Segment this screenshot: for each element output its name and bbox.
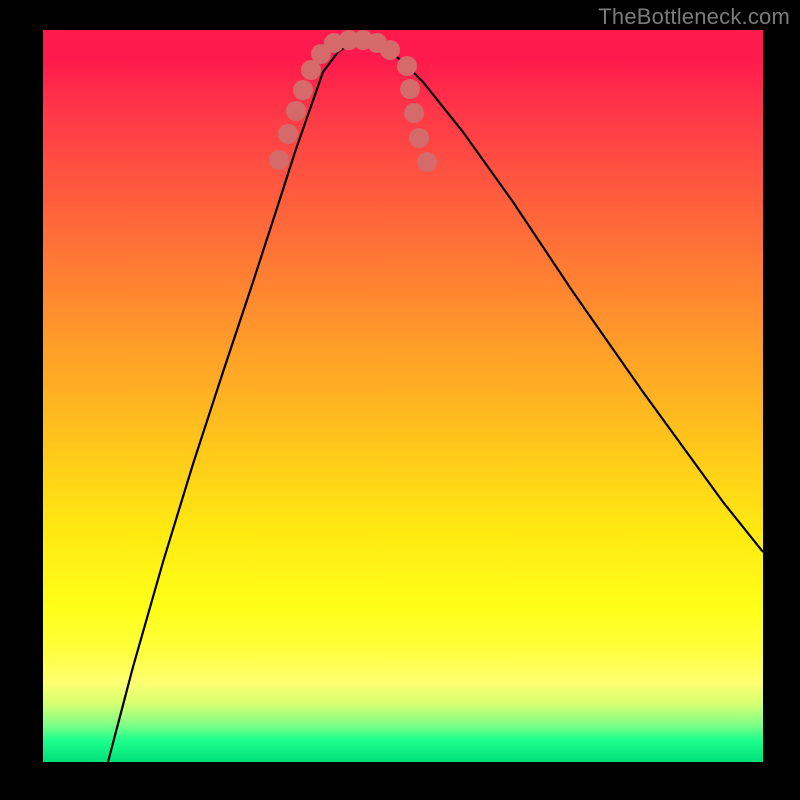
curve-marker xyxy=(417,152,437,172)
curve-marker xyxy=(380,40,400,60)
curve-marker xyxy=(324,33,344,53)
curve-marker xyxy=(397,56,417,76)
curve-marker xyxy=(269,150,289,170)
curve-marker xyxy=(409,128,429,148)
curve-marker xyxy=(311,44,331,64)
bottleneck-curve xyxy=(108,42,763,762)
chart-stage: TheBottleneck.com xyxy=(0,0,800,800)
curve-marker xyxy=(400,79,420,99)
curve-marker xyxy=(339,30,359,50)
curve-marker xyxy=(293,80,313,100)
plot-area xyxy=(43,30,763,762)
curve-svg xyxy=(43,30,763,762)
curve-marker xyxy=(367,33,387,53)
curve-marker xyxy=(286,101,306,121)
curve-marker xyxy=(301,60,321,80)
curve-marker xyxy=(404,103,424,123)
curve-marker xyxy=(353,30,373,50)
watermark-text: TheBottleneck.com xyxy=(598,4,790,30)
curve-marker xyxy=(278,124,298,144)
markers-group xyxy=(269,30,437,172)
